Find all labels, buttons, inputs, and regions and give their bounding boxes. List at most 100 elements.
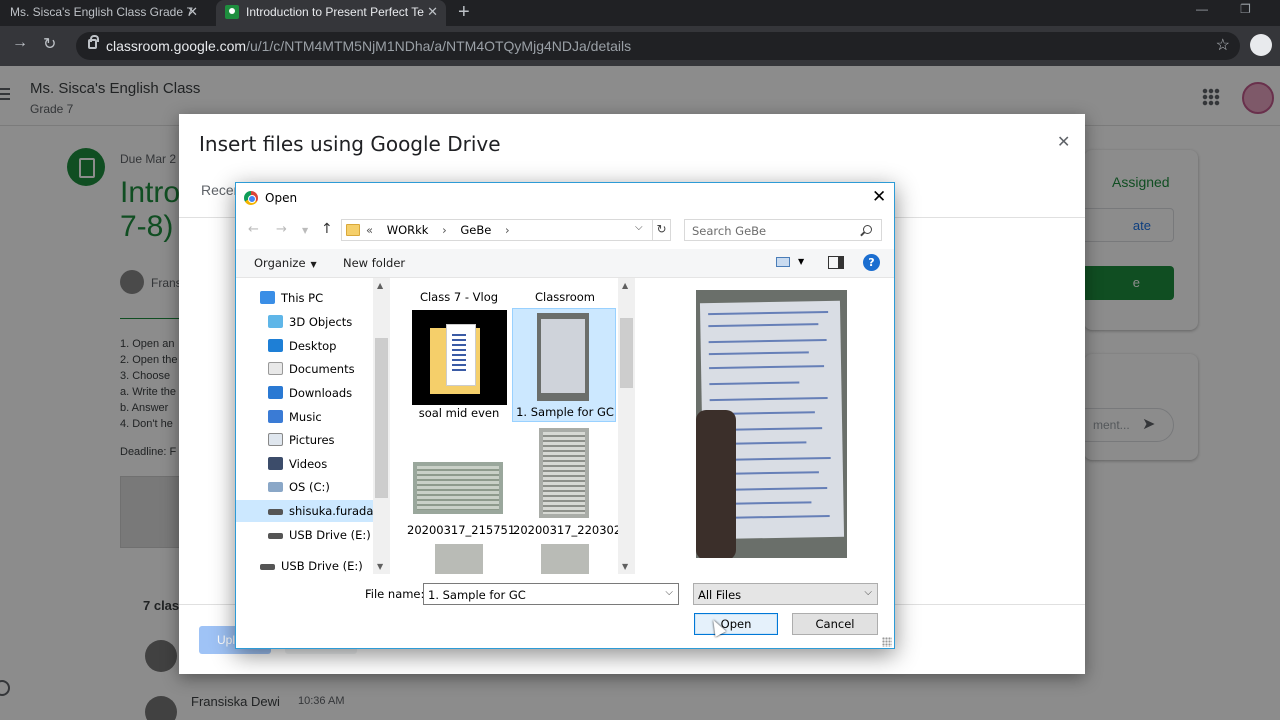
file-item-soal-mid-even[interactable]: soal mid even [407, 310, 511, 422]
classroom-favicon-icon [225, 5, 239, 19]
nav-item-music[interactable]: Music [236, 406, 374, 428]
usb-drive-icon [260, 564, 275, 570]
close-icon[interactable]: ✕ [872, 187, 886, 207]
3d-objects-icon [268, 315, 283, 328]
folder-docs-icon [412, 310, 507, 405]
forward-icon[interactable]: → [12, 34, 28, 52]
navigation-pane: This PC 3D Objects Desktop Documents Dow… [236, 278, 389, 574]
chevron-down-icon[interactable]: ▼ [798, 257, 804, 266]
desktop-icon [268, 339, 283, 352]
file-name-label: File name: [365, 587, 425, 601]
nav-item-videos[interactable]: Videos [236, 453, 374, 475]
nav-item-pictures[interactable]: Pictures [236, 429, 374, 451]
nav-item-usb-drive[interactable]: USB Drive (E:) [236, 524, 374, 546]
organize-button[interactable]: Organize ▼ [254, 256, 317, 270]
preview-pane-icon[interactable] [828, 256, 844, 269]
nav-item-desktop[interactable]: Desktop [236, 335, 374, 357]
up-folder-icon[interactable]: ↑ [321, 221, 333, 237]
profile-avatar[interactable] [1250, 34, 1272, 56]
change-view-icon[interactable] [776, 257, 790, 267]
file-list-scrollbar[interactable]: ▲ ▼ [618, 278, 635, 574]
url-text: classroom.google.com/u/1/c/NTM4MTM5NjM1N… [106, 38, 632, 54]
tab-close-icon[interactable]: ✕ [187, 0, 198, 24]
scrollbar-thumb[interactable] [620, 318, 633, 388]
help-icon[interactable]: ? [863, 254, 880, 271]
dialog-titlebar[interactable]: Open ✕ [236, 183, 894, 213]
tab-title: Ms. Sisca's English Class Grade 7 [10, 5, 194, 19]
folder-icon [346, 224, 360, 236]
address-breadcrumb[interactable]: « WORkk › GeBe › ⌵ ↻ [341, 219, 671, 241]
navigation-row: ← → ▼ ↑ « WORkk › GeBe › ⌵ ↻ Search GeBe [236, 213, 894, 249]
photo-thumbnail-icon [435, 544, 483, 574]
command-bar: Organize ▼ New folder ▼ ? [236, 249, 894, 278]
bookmark-star-icon[interactable]: ☆ [1216, 35, 1230, 55]
file-item-class7-vlog[interactable]: Class 7 - Vlog [407, 278, 511, 306]
usb-drive-icon [268, 533, 283, 539]
file-type-select[interactable]: All Files ⌵ [693, 583, 878, 605]
chrome-icon [244, 191, 258, 205]
resize-grip-icon[interactable] [882, 637, 892, 647]
tab-close-icon[interactable]: ✕ [427, 0, 438, 24]
breadcrumb: « WORkk › GeBe › [366, 223, 510, 237]
file-item-20200317-220302[interactable]: 20200317_220302 [513, 428, 621, 540]
scroll-down-icon[interactable]: ▼ [377, 562, 383, 571]
recent-locations-icon[interactable]: ▼ [302, 226, 308, 235]
new-tab-icon[interactable]: + [458, 0, 470, 24]
nav-item-usb-drive-root[interactable]: USB Drive (E:) [236, 555, 374, 574]
file-name-input[interactable]: 1. Sample for GC ⌵ [423, 583, 679, 605]
file-item-20200317-215751[interactable]: 20200317_215751 [407, 428, 515, 540]
back-icon[interactable]: ← [248, 222, 259, 237]
scroll-down-icon[interactable]: ▼ [622, 562, 628, 571]
videos-icon [268, 457, 283, 470]
open-file-dialog: Open ✕ ← → ▼ ↑ « WORkk › GeBe › ⌵ ↻ Sear… [235, 182, 895, 649]
search-icon [863, 225, 872, 234]
network-drive-icon [268, 509, 283, 515]
restore-icon[interactable]: ❐ [1240, 2, 1251, 16]
photo-thumbnail-icon [541, 544, 589, 574]
forward-icon[interactable]: → [276, 222, 287, 237]
open-button[interactable]: Open [694, 613, 778, 635]
file-item-photo[interactable] [407, 544, 511, 574]
hand-in-photo [696, 410, 736, 558]
nav-item-downloads[interactable]: Downloads [236, 382, 374, 404]
chevron-down-icon[interactable]: ⌵ [665, 587, 673, 598]
nav-item-network-drive[interactable]: shisuka.furada (I [236, 500, 385, 522]
cancel-button[interactable]: Cancel [792, 613, 878, 635]
chevron-down-icon[interactable]: ⌵ [864, 587, 872, 598]
nav-pane-scrollbar[interactable]: ▲ ▼ [373, 278, 390, 574]
music-icon [268, 410, 283, 423]
chevron-down-icon[interactable]: ⌵ [635, 222, 643, 233]
file-list: Class 7 - Vlog Classroom soal mid even 1… [391, 278, 634, 574]
reload-icon[interactable]: ↻ [43, 34, 56, 54]
photo-thumbnail-icon [413, 462, 503, 514]
scroll-up-icon[interactable]: ▲ [377, 281, 383, 290]
search-input[interactable]: Search GeBe [684, 219, 882, 241]
file-item-photo[interactable] [513, 544, 617, 574]
nav-item-3d-objects[interactable]: 3D Objects [236, 311, 374, 333]
dialog-title: Open [265, 191, 298, 205]
browser-tabbar: Ms. Sisca's English Class Grade 7 ✕ Intr… [0, 0, 1280, 26]
pictures-icon [268, 433, 283, 446]
address-bar[interactable]: classroom.google.com/u/1/c/NTM4MTM5NjM1N… [76, 32, 1240, 60]
drive-c-icon [268, 482, 283, 492]
scroll-up-icon[interactable]: ▲ [622, 281, 628, 290]
minimize-icon[interactable]: — [1196, 2, 1208, 16]
downloads-icon [268, 386, 283, 399]
preview-pane-image [696, 290, 847, 558]
photo-thumbnail-icon [539, 428, 589, 518]
nav-item-documents[interactable]: Documents [236, 358, 374, 380]
refresh-icon[interactable]: ↻ [652, 220, 670, 240]
scrollbar-thumb[interactable] [375, 338, 388, 498]
tab-present-perfect[interactable]: Introduction to Present Perfect Te ✕ [216, 0, 446, 26]
file-item-classroom[interactable]: Classroom [513, 278, 617, 306]
file-item-sample-for-gc[interactable]: 1. Sample for GC [512, 308, 616, 422]
lock-icon [88, 35, 99, 49]
tab-class-grade7[interactable]: Ms. Sisca's English Class Grade 7 ✕ [0, 0, 210, 26]
nav-item-os-c[interactable]: OS (C:) [236, 476, 374, 498]
nav-item-this-pc[interactable]: This PC [236, 287, 374, 309]
breadcrumb-workk[interactable]: WORkk [387, 223, 429, 237]
picker-title: Insert files using Google Drive [199, 132, 501, 156]
new-folder-button[interactable]: New folder [343, 256, 405, 270]
close-icon[interactable]: ✕ [1057, 132, 1070, 152]
breadcrumb-gebe[interactable]: GeBe [460, 223, 491, 237]
